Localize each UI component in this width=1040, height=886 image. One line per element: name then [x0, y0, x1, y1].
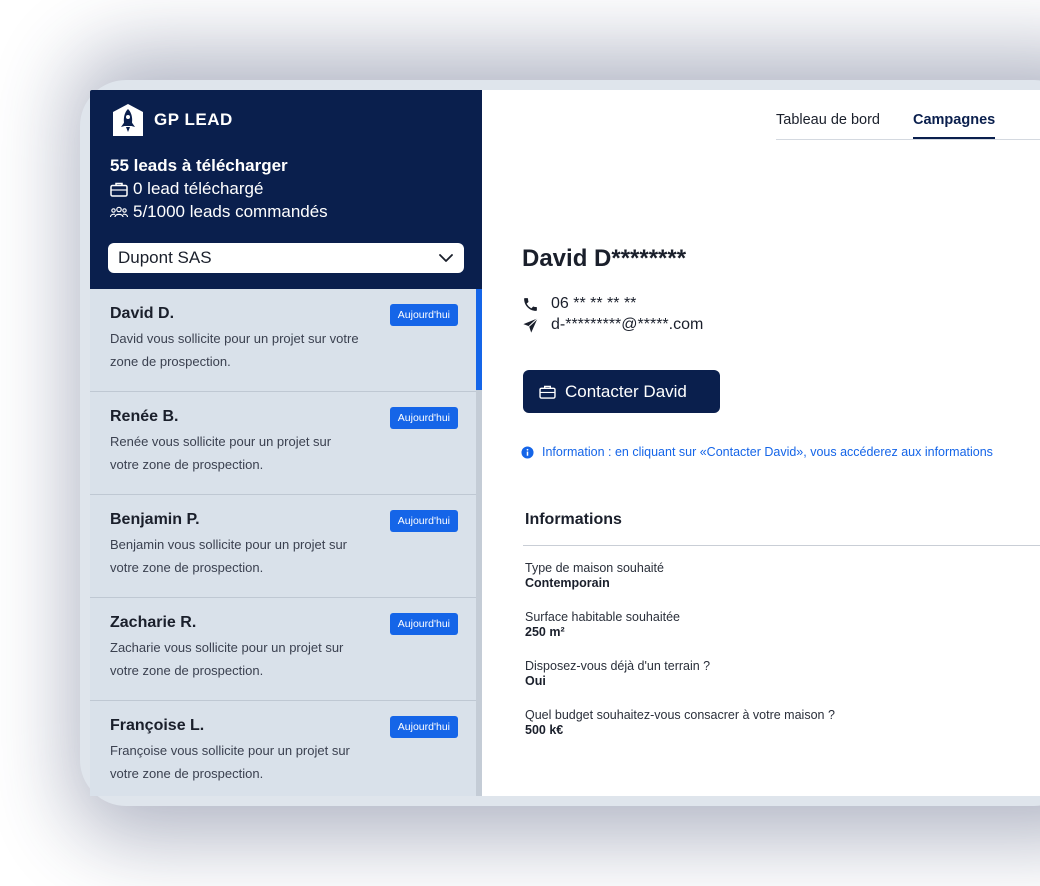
info-notice-text: Information : en cliquant sur «Contacter… — [542, 445, 993, 459]
informations-title: Informations — [525, 511, 622, 528]
lead-item[interactable]: Françoise L. Françoise vous sollicite po… — [90, 701, 476, 796]
rocket-logo-icon — [113, 104, 143, 136]
lead-description: Benjamin vous sollicite pour un projet s… — [110, 537, 348, 575]
lead-description: Françoise vous sollicite pour un projet … — [110, 743, 350, 781]
chevron-down-icon — [439, 254, 453, 262]
info-field: Surface habitable souhaitée 250 m² — [525, 610, 680, 639]
briefcase-icon — [539, 385, 556, 399]
tab-campaigns[interactable]: Campagnes — [913, 112, 996, 140]
nav-divider — [776, 139, 1040, 140]
top-nav: Tableau de bord Campagnes — [776, 112, 1028, 140]
app-screen: GP LEAD 55 leads à télécharger 0 lead té… — [90, 90, 1040, 796]
date-badge: Aujourd'hui — [389, 407, 458, 429]
field-label: Disposez-vous déjà d'un terrain ? — [525, 659, 711, 673]
send-icon — [523, 317, 538, 333]
info-field: Disposez-vous déjà d'un terrain ? Oui — [525, 659, 710, 688]
logo[interactable]: GP LEAD — [110, 102, 233, 138]
phone-icon — [524, 297, 537, 311]
lead-description: Zacharie vous sollicite pour un projet s… — [110, 640, 344, 678]
company-select-value: Dupont SAS — [118, 248, 212, 267]
lead-item[interactable]: Zacharie R. Zacharie vous sollicite pour… — [90, 598, 476, 701]
contact-button[interactable]: Contacter David — [523, 370, 720, 413]
field-value: 250 m² — [525, 625, 565, 639]
date-badge: Aujourd'hui — [389, 716, 458, 738]
date-badge: Aujourd'hui — [389, 304, 458, 326]
info-icon — [521, 445, 534, 459]
field-label: Surface habitable souhaitée — [525, 610, 680, 624]
date-badge: Aujourd'hui — [389, 613, 458, 635]
field-value: Oui — [525, 674, 546, 688]
info-field: Quel budget souhaitez-vous consacrer à v… — [525, 708, 835, 737]
tab-dashboard[interactable]: Tableau de bord — [776, 112, 880, 140]
contact-email: d-*********@*****.com — [522, 316, 703, 334]
contact-button-label: Contacter David — [565, 381, 687, 401]
lead-item[interactable]: Renée B. Renée vous sollicite pour un pr… — [90, 392, 476, 495]
lead-item[interactable]: David D. David vous sollicite pour un pr… — [90, 289, 476, 392]
briefcase-icon — [110, 182, 128, 197]
stat-leads-to-download: 55 leads à télécharger — [110, 156, 288, 175]
lead-description: Renée vous sollicite pour un projet sur … — [110, 434, 332, 472]
main-panel: Tableau de bord Campagnes David D*******… — [482, 90, 1040, 796]
contact-email-text: d-*********@*****.com — [551, 316, 704, 333]
brand-name: GP LEAD — [154, 110, 233, 129]
stat-ordered-text: 5/1000 leads commandés — [133, 202, 328, 221]
info-field: Type de maison souhaité Contemporain — [525, 561, 664, 590]
informations-divider — [523, 545, 1040, 546]
contact-phone: 06 ** ** ** ** — [522, 295, 636, 313]
company-select[interactable]: Dupont SAS — [108, 243, 464, 273]
sidebar: GP LEAD 55 leads à télécharger 0 lead té… — [90, 90, 482, 796]
users-icon — [110, 206, 128, 218]
field-label: Type de maison souhaité — [525, 561, 664, 575]
info-notice: Information : en cliquant sur «Contacter… — [521, 445, 993, 459]
stat-downloaded-text: 0 lead téléchargé — [133, 179, 264, 198]
stat-leads-downloaded: 0 lead téléchargé — [110, 179, 263, 199]
lead-item[interactable]: Benjamin P. Benjamin vous sollicite pour… — [90, 495, 476, 598]
stat-leads-ordered: 5/1000 leads commandés — [110, 202, 328, 222]
lead-description: David vous sollicite pour un projet sur … — [110, 331, 359, 369]
field-label: Quel budget souhaitez-vous consacrer à v… — [525, 708, 835, 722]
contact-name: David D******** — [522, 245, 687, 272]
lead-list: David D. David vous sollicite pour un pr… — [90, 289, 476, 796]
sidebar-header: GP LEAD 55 leads à télécharger 0 lead té… — [90, 90, 482, 289]
date-badge: Aujourd'hui — [389, 510, 458, 532]
field-value: Contemporain — [525, 576, 610, 590]
contact-phone-text: 06 ** ** ** ** — [551, 295, 637, 312]
field-value: 500 k€ — [525, 723, 564, 737]
